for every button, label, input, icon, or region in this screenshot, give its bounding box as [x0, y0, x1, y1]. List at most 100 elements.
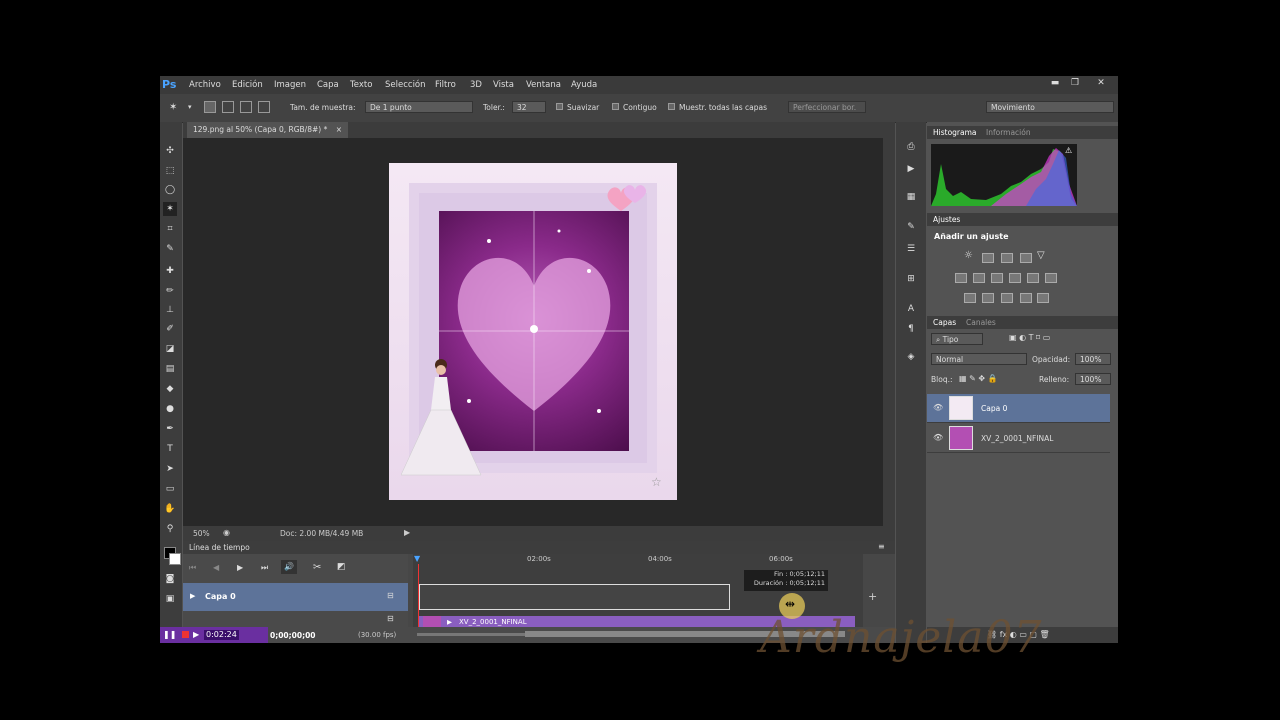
sample-all-checkbox[interactable]	[668, 103, 675, 110]
menu-seleccion[interactable]: Selección	[385, 80, 426, 90]
track-options-icon[interactable]: ⊟	[387, 591, 394, 600]
transition-icon[interactable]: ◩	[337, 562, 346, 572]
eyedropper-tool-icon[interactable]: ✎	[163, 242, 177, 256]
tab-histogram[interactable]: Histograma	[933, 128, 977, 137]
track2-options-icon[interactable]: ⊟	[387, 614, 394, 623]
layer-filter-select[interactable]: ⌕ Tipo	[931, 333, 983, 345]
invert-icon[interactable]	[964, 293, 976, 303]
sample-size-select[interactable]: De 1 punto	[365, 101, 473, 113]
background-color-swatch[interactable]	[169, 553, 181, 565]
tolerance-input[interactable]: 32	[512, 101, 546, 113]
photo-filter-icon[interactable]	[1009, 273, 1021, 283]
record-play-icon[interactable]: ▶	[193, 630, 199, 639]
blur-tool-icon[interactable]: ◆	[163, 382, 177, 396]
actions-play-icon[interactable]: ▶	[904, 162, 918, 176]
layer-row-video[interactable]: 👁 XV_2_0001_NFINAL	[927, 424, 1110, 453]
hand-tool-icon[interactable]: ✋	[163, 502, 177, 516]
path-selection-icon[interactable]: ➤	[163, 462, 177, 476]
shape-tool-icon[interactable]: ▭	[163, 482, 177, 496]
clone-source-icon[interactable]: ⊞	[904, 272, 918, 286]
brush-tool-icon[interactable]: ✏	[163, 284, 177, 298]
visibility-eye-icon[interactable]: 👁	[933, 403, 943, 412]
smooth-checkbox[interactable]	[556, 103, 563, 110]
audio-icon[interactable]: 🔊	[281, 560, 297, 574]
menu-vista[interactable]: Vista	[493, 80, 514, 90]
history-icon[interactable]: ⎙	[904, 140, 918, 154]
capa0-clip[interactable]	[419, 584, 730, 610]
warning-icon[interactable]: ⚠	[1065, 146, 1072, 155]
menu-archivo[interactable]: Archivo	[189, 80, 221, 90]
add-selection-icon[interactable]	[222, 101, 234, 113]
visibility-eye-icon[interactable]: 👁	[933, 433, 943, 442]
chevron-down-icon[interactable]: ▾	[188, 103, 192, 111]
tab-adjustments[interactable]: Ajustes	[933, 215, 960, 224]
close-icon[interactable]: ✕	[1094, 78, 1108, 90]
prev-frame-icon[interactable]: ◀	[213, 563, 219, 572]
healing-tool-icon[interactable]: ✚	[163, 264, 177, 278]
stamp-tool-icon[interactable]: ⊥	[163, 303, 177, 317]
exposure-icon[interactable]	[1020, 253, 1032, 263]
tab-channels[interactable]: Canales	[966, 318, 996, 327]
opacity-input[interactable]: 100%	[1075, 353, 1111, 365]
channel-mixer-icon[interactable]	[1027, 273, 1039, 283]
swatches-icon[interactable]: ▦	[904, 190, 918, 204]
canvas-scrollbar[interactable]	[883, 138, 895, 526]
layer-row-capa0[interactable]: 👁 Capa 0	[927, 394, 1110, 423]
properties-icon[interactable]: ☰	[904, 242, 918, 256]
zoom-slider[interactable]	[417, 633, 537, 636]
panel-menu-icon[interactable]: ≡	[878, 542, 885, 551]
close-tab-icon[interactable]: ×	[336, 125, 342, 134]
gradient-tool-icon[interactable]: ▤	[163, 362, 177, 376]
timeline-title[interactable]: Línea de tiempo	[189, 543, 250, 552]
character-icon[interactable]: A	[904, 302, 918, 316]
quick-mask-icon[interactable]: ◙	[163, 572, 177, 586]
black-white-icon[interactable]	[991, 273, 1003, 283]
color-balance-icon[interactable]	[973, 273, 985, 283]
timeline-track-capa0[interactable]: ▶ Capa 0 ⊟	[183, 583, 408, 611]
intersect-selection-icon[interactable]	[258, 101, 270, 113]
new-selection-icon[interactable]	[204, 101, 216, 113]
posterize-icon[interactable]	[982, 293, 994, 303]
contiguous-checkbox[interactable]	[612, 103, 619, 110]
move-tool-icon[interactable]: ✣	[163, 144, 177, 158]
first-frame-icon[interactable]: ⏮	[189, 563, 196, 573]
arrow-right-icon[interactable]: ▶	[404, 528, 410, 537]
clip-expand-icon[interactable]: ▶	[447, 618, 452, 626]
expand-track-icon[interactable]: ▶	[190, 592, 195, 600]
type-tool-icon[interactable]: T	[163, 442, 177, 456]
menu-capa[interactable]: Capa	[317, 80, 339, 90]
canvas-area[interactable]: ☆	[183, 138, 883, 526]
history-brush-icon[interactable]: ✐	[163, 322, 177, 336]
paragraph-icon[interactable]: ¶	[904, 322, 918, 336]
play-icon[interactable]: ▶	[237, 563, 243, 572]
menu-filtro[interactable]: Filtro	[435, 80, 456, 90]
add-media-icon[interactable]: +	[868, 590, 877, 603]
split-scissors-icon[interactable]: ✂	[313, 562, 321, 573]
current-timecode[interactable]: 0;00;00;00	[270, 631, 316, 640]
selective-color-icon[interactable]	[1037, 293, 1049, 303]
info-icon[interactable]: ◉	[223, 528, 230, 537]
fill-input[interactable]: 100%	[1075, 373, 1111, 385]
crop-tool-icon[interactable]: ⌗	[163, 222, 177, 236]
hue-saturation-icon[interactable]	[955, 273, 967, 283]
lock-icons[interactable]: ▦ ✎ ✥ 🔒	[959, 374, 998, 383]
curves-icon[interactable]	[1001, 253, 1013, 263]
menu-ventana[interactable]: Ventana	[526, 80, 561, 90]
menu-imagen[interactable]: Imagen	[274, 80, 306, 90]
zoom-tool-icon[interactable]: ⚲	[163, 522, 177, 536]
playhead-icon[interactable]: ▼	[414, 554, 420, 563]
subtract-selection-icon[interactable]	[240, 101, 252, 113]
menu-texto[interactable]: Texto	[350, 80, 372, 90]
vibrance-icon[interactable]: ▽	[1037, 250, 1045, 261]
tab-layers[interactable]: Capas	[933, 318, 956, 327]
menu-ayuda[interactable]: Ayuda	[571, 80, 597, 90]
refine-edge-button[interactable]: Perfeccionar bor.	[788, 101, 866, 113]
gradient-map-icon[interactable]	[1020, 293, 1032, 303]
color-lookup-icon[interactable]	[1045, 273, 1057, 283]
pause-icon[interactable]: ❚❚	[163, 630, 176, 639]
menu-edicion[interactable]: Edición	[232, 80, 263, 90]
lasso-tool-icon[interactable]: ◯	[163, 183, 177, 197]
levels-icon[interactable]	[982, 253, 994, 263]
zoom-level[interactable]: 50%	[193, 529, 210, 538]
document-image[interactable]: ☆	[389, 163, 677, 500]
